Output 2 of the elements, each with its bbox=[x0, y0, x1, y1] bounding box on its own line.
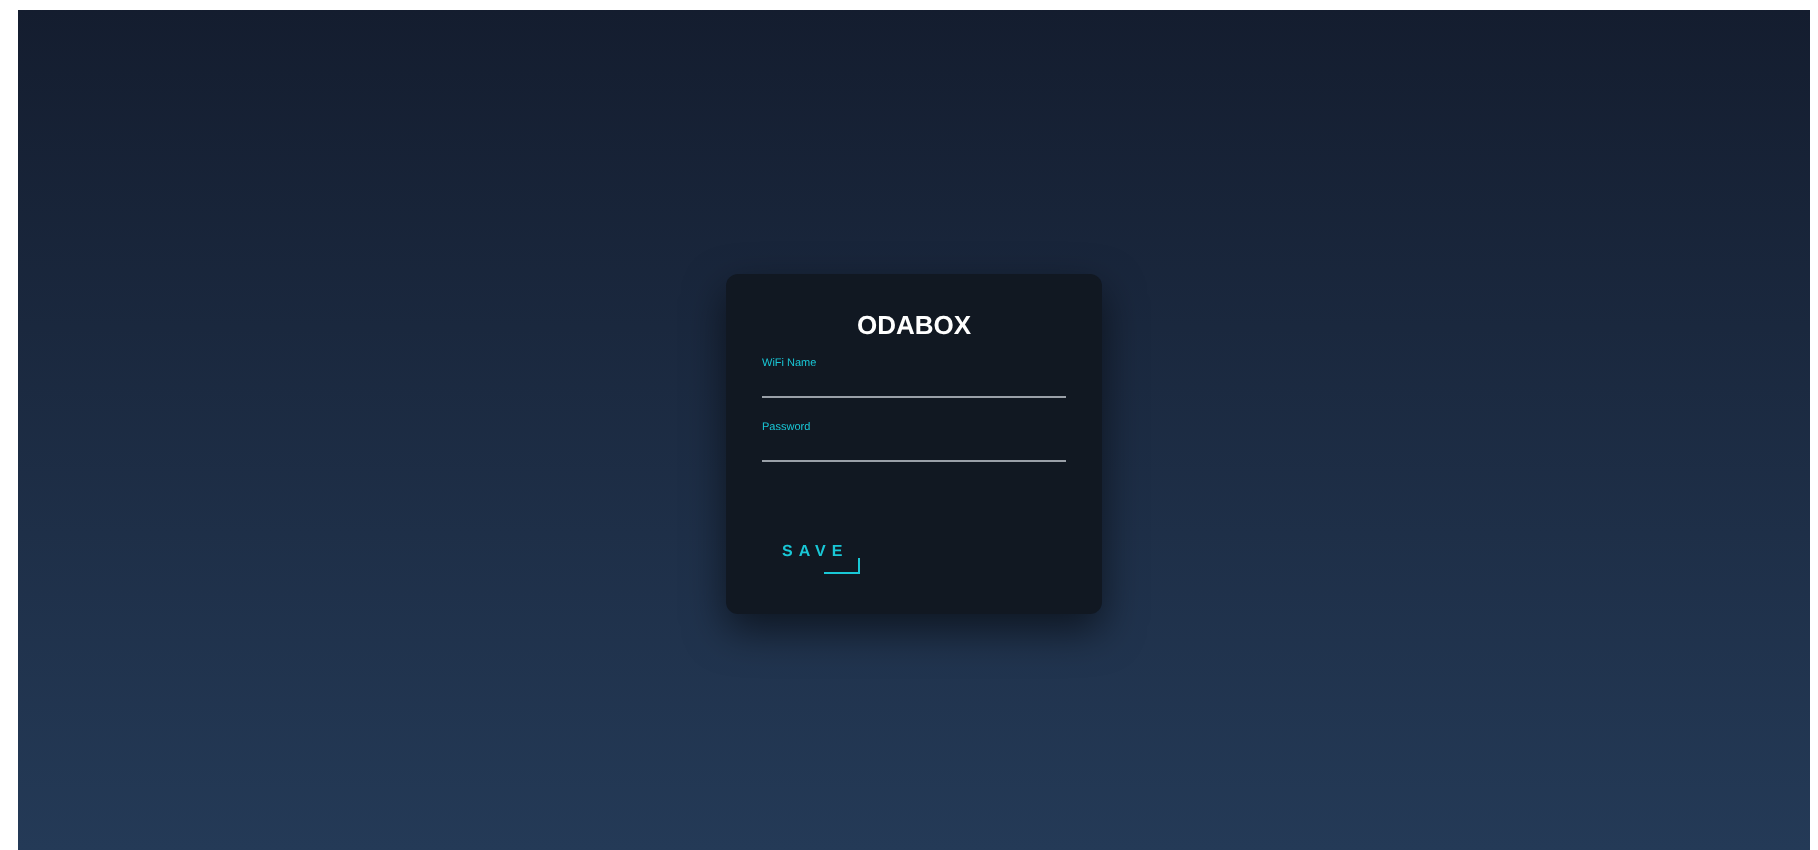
save-button[interactable]: SAVE bbox=[762, 535, 857, 569]
card-title: ODABOX bbox=[854, 308, 974, 344]
